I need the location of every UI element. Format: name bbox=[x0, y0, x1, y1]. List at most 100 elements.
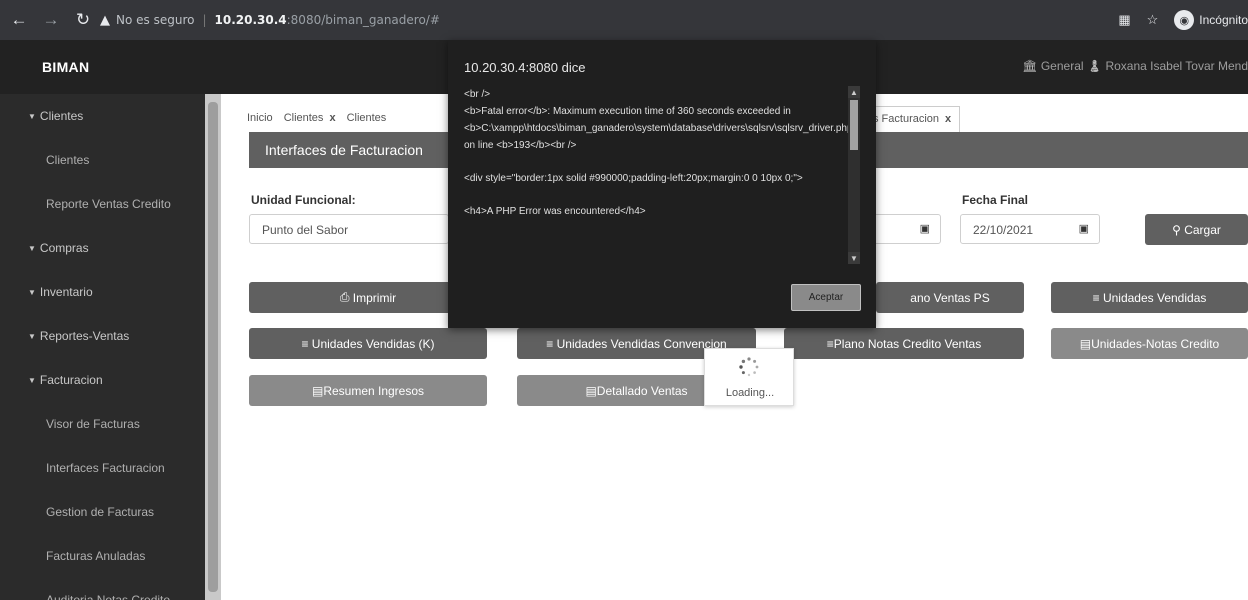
unidad-funcional-select[interactable]: Punto del Sabor bbox=[249, 214, 449, 244]
dialog-text: <br /> <b>Fatal error</b>: Maximum execu… bbox=[464, 86, 860, 220]
back-arrow-icon[interactable]: ← bbox=[6, 7, 32, 33]
sidebar-section-label: Inventario bbox=[39, 285, 93, 299]
tab-clientes-2[interactable]: Clientes bbox=[343, 106, 394, 132]
brand-logo[interactable]: BIMAN bbox=[42, 59, 89, 75]
user-name: Roxana Isabel Tovar Mend bbox=[1105, 59, 1248, 73]
close-icon[interactable]: x bbox=[945, 113, 951, 125]
sidebar: ▼ Clientes Clientes Reporte Ventas Credit… bbox=[0, 94, 205, 600]
sidebar-item-interfaces-facturacion[interactable]: Interfaces Facturacion bbox=[0, 446, 205, 490]
dialog-message: <br /> <b>Fatal error</b>: Maximum execu… bbox=[464, 86, 860, 264]
scroll-up-icon[interactable]: ▲ bbox=[848, 86, 860, 98]
detallado-ventas-label: Detallado Ventas bbox=[596, 383, 688, 398]
scrollbar-thumb[interactable] bbox=[208, 102, 218, 592]
calendar-icon[interactable]: ▣ bbox=[920, 222, 930, 235]
caret-down-icon: ▼ bbox=[28, 331, 36, 341]
profile-label[interactable]: Incógnito bbox=[1199, 13, 1248, 27]
unidades-vendidas-k-button[interactable]: ≡ Unidades Vendidas (K) bbox=[249, 328, 487, 359]
loading-indicator: Loading... bbox=[704, 348, 794, 406]
file-icon: ▤ bbox=[311, 383, 324, 398]
plano-ventas-ps-label: ano Ventas PS bbox=[910, 290, 990, 305]
list-icon: ≡ bbox=[546, 336, 557, 351]
sidebar-section-label: Compras bbox=[39, 241, 89, 255]
caret-down-icon: ▼ bbox=[28, 111, 36, 121]
scrollbar-thumb[interactable] bbox=[850, 100, 858, 150]
warning-icon: ▲ bbox=[100, 12, 110, 28]
alert-dialog: 10.20.30.4:8080 dice <br /> <b>Fatal err… bbox=[448, 40, 876, 328]
sidebar-item-gestion-facturas[interactable]: Gestion de Facturas bbox=[0, 490, 205, 534]
scroll-down-icon[interactable]: ▼ bbox=[848, 252, 860, 264]
dialog-line: <h4>A PHP Error was encountered</h4> bbox=[464, 206, 646, 217]
reload-icon[interactable]: ↻ bbox=[70, 7, 96, 33]
file-icon: ▤ bbox=[1079, 336, 1092, 351]
fecha-final-value: 22/10/2021 bbox=[973, 223, 1034, 237]
plano-notas-credito-button[interactable]: ≡ Plano Notas Credito Ventas bbox=[784, 328, 1024, 359]
tab-interfaces-facturacion[interactable]: s Facturacion x bbox=[864, 106, 961, 132]
sidebar-section-label: Reportes-Ventas bbox=[39, 329, 130, 343]
list-icon: ≡ bbox=[826, 336, 834, 351]
list-icon: ≡ bbox=[301, 336, 312, 351]
sidebar-section-compras[interactable]: ▼ Compras bbox=[0, 226, 205, 270]
unidades-notas-credito-label: Unidades-Notas Credito bbox=[1091, 336, 1220, 351]
sidebar-item-visor-facturas[interactable]: Visor de Facturas bbox=[0, 402, 205, 446]
sidebar-item-reporte-ventas-credito[interactable]: Reporte Ventas Credito bbox=[0, 182, 205, 226]
unidades-vendidas-label: Unidades Vendidas bbox=[1102, 290, 1207, 305]
close-icon[interactable]: x bbox=[329, 112, 335, 124]
security-label: No es seguro bbox=[116, 13, 195, 27]
fecha-final-input[interactable]: 22/10/2021 ▣ bbox=[960, 214, 1100, 244]
tab-inicio[interactable]: Inicio bbox=[243, 106, 280, 132]
dialog-line: <div style="border:1px solid #990000;pad… bbox=[464, 173, 803, 184]
sidebar-section-inventario[interactable]: ▼ Inventario bbox=[0, 270, 205, 314]
tab-clientes[interactable]: Clientes x bbox=[280, 106, 343, 132]
file-icon: ▤ bbox=[585, 383, 597, 398]
unidades-vendidas-convencion-label: Unidades Vendidas Convencion bbox=[556, 336, 727, 351]
dialog-line: <b>Fatal error</b>: Maximum execution ti… bbox=[464, 106, 860, 151]
fecha-final-label: Fecha Final bbox=[962, 193, 1029, 207]
browser-toolbar: ← → ↻ ▲ No es seguro | 10.20.30.4:8080/b… bbox=[0, 0, 1248, 40]
dialog-scrollbar[interactable]: ▲ ▼ bbox=[848, 86, 860, 264]
plano-ventas-ps-button[interactable]: ano Ventas PS bbox=[876, 282, 1024, 313]
tab-bar: Inicio Clientes x Clientes bbox=[243, 106, 393, 132]
tab-label: Clientes bbox=[346, 112, 387, 124]
page-title: Interfaces de Facturacion bbox=[265, 142, 423, 158]
user-area-label: General bbox=[1040, 59, 1084, 73]
tab-label: Clientes bbox=[283, 112, 324, 124]
calendar-icon[interactable]: ▣ bbox=[1079, 222, 1089, 235]
sidebar-section-clientes[interactable]: ▼ Clientes bbox=[0, 94, 205, 138]
url-host: 10.20.30.4 bbox=[214, 13, 287, 27]
screen: ← → ↻ ▲ No es seguro | 10.20.30.4:8080/b… bbox=[0, 0, 1248, 600]
unidades-vendidas-k-label: Unidades Vendidas (K) bbox=[311, 336, 435, 351]
resumen-ingresos-label: Resumen Ingresos bbox=[323, 383, 425, 398]
address-bar[interactable]: ▲ No es seguro | 10.20.30.4:8080/biman_g… bbox=[100, 6, 1100, 34]
caret-down-icon: ▼ bbox=[28, 287, 36, 297]
cargar-button[interactable]: ⚲ Cargar bbox=[1145, 214, 1248, 245]
dialog-title: 10.20.30.4:8080 dice bbox=[464, 60, 586, 75]
translate-icon[interactable]: ▦ bbox=[1118, 12, 1130, 28]
spinner-icon bbox=[739, 357, 759, 377]
caret-down-icon: ▼ bbox=[28, 375, 36, 385]
forward-arrow-icon[interactable]: → bbox=[38, 7, 64, 33]
sidebar-item-clientes[interactable]: Clientes bbox=[0, 138, 205, 182]
printer-icon: ⎙ bbox=[339, 290, 353, 304]
dialog-line: <br /> bbox=[464, 89, 491, 100]
incognito-icon[interactable]: ◉ bbox=[1174, 10, 1195, 30]
sidebar-scrollbar[interactable] bbox=[205, 94, 221, 600]
aceptar-button[interactable]: Aceptar bbox=[791, 284, 861, 311]
sidebar-section-facturacion[interactable]: ▼ Facturacion bbox=[0, 358, 205, 402]
sidebar-section-label: Facturacion bbox=[39, 373, 103, 387]
unidades-notas-credito-button[interactable]: ▤ Unidades-Notas Credito bbox=[1051, 328, 1248, 359]
sidebar-item-auditoria-notas-credito[interactable]: Auditoria Notas Credito bbox=[0, 578, 205, 600]
user-icon: ♟ bbox=[1086, 59, 1103, 73]
bank-icon: 🏛 bbox=[1022, 59, 1038, 73]
sidebar-section-label: Clientes bbox=[39, 109, 84, 123]
resumen-ingresos-button[interactable]: ▤ Resumen Ingresos bbox=[249, 375, 487, 406]
sidebar-section-reportes-ventas[interactable]: ▼ Reportes-Ventas bbox=[0, 314, 205, 358]
unidad-funcional-label: Unidad Funcional: bbox=[251, 193, 356, 207]
unidades-vendidas-button[interactable]: ≡ Unidades Vendidas bbox=[1051, 282, 1248, 313]
browser-right-icons: ▦ ☆ ◉ Incógnito bbox=[1118, 6, 1248, 34]
url-divider: | bbox=[202, 13, 207, 27]
unidad-funcional-value: Punto del Sabor bbox=[262, 223, 349, 237]
sidebar-item-facturas-anuladas[interactable]: Facturas Anuladas bbox=[0, 534, 205, 578]
star-icon[interactable]: ☆ bbox=[1147, 12, 1159, 28]
user-info[interactable]: 🏛 General ♟ Roxana Isabel Tovar Mend bbox=[1022, 59, 1248, 73]
imprimir-label: Imprimir bbox=[352, 290, 397, 305]
